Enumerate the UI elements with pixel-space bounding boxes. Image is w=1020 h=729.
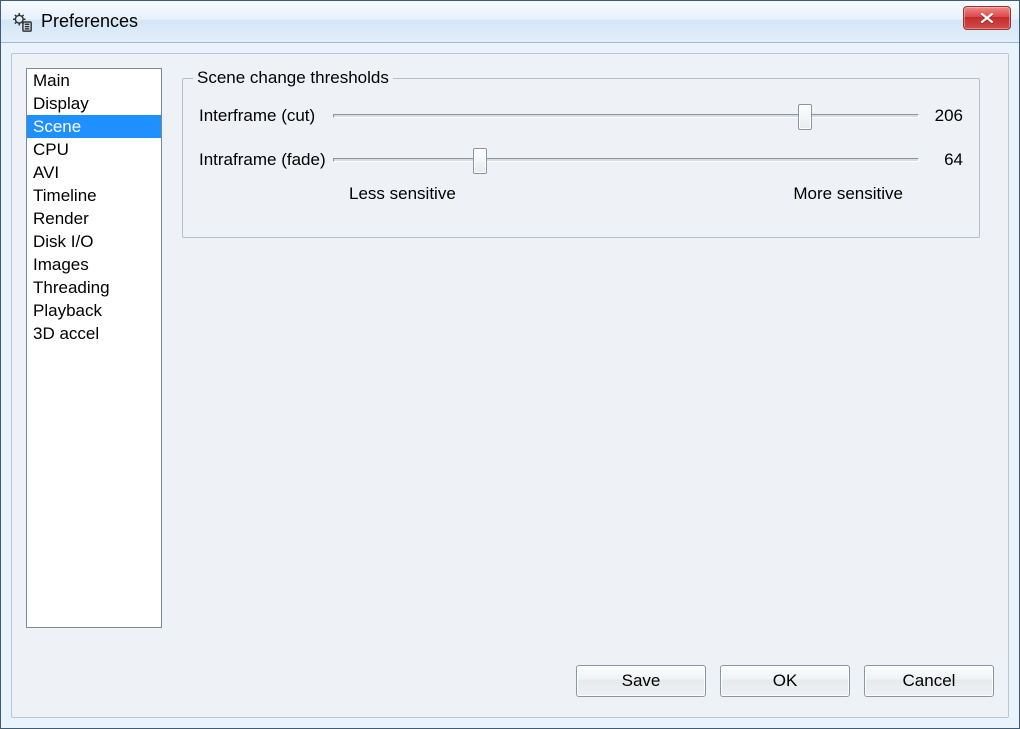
app-icon (11, 11, 33, 33)
sidebar-item-main[interactable]: Main (27, 69, 161, 92)
sidebar-item-display[interactable]: Display (27, 92, 161, 115)
save-button[interactable]: Save (576, 665, 706, 697)
interframe-value: 206 (919, 106, 979, 126)
hint-less-sensitive: Less sensitive (349, 184, 456, 204)
scene-thresholds-group: Scene change thresholds Interframe (cut)… (182, 68, 980, 238)
titlebar: Preferences (1, 1, 1019, 43)
sidebar-item-cpu[interactable]: CPU (27, 138, 161, 161)
sidebar-item-avi[interactable]: AVI (27, 161, 161, 184)
interframe-slider[interactable] (333, 102, 919, 130)
sidebar-item-threading[interactable]: Threading (27, 276, 161, 299)
sidebar-item-images[interactable]: Images (27, 253, 161, 276)
sidebar-item-timeline[interactable]: Timeline (27, 184, 161, 207)
sidebar-item-playback[interactable]: Playback (27, 299, 161, 322)
group-legend: Scene change thresholds (193, 68, 393, 88)
close-button[interactable] (963, 6, 1011, 30)
interframe-label: Interframe (cut) (183, 106, 333, 126)
intraframe-value: 64 (919, 150, 979, 170)
hint-more-sensitive: More sensitive (793, 184, 903, 204)
ok-button[interactable]: OK (720, 665, 850, 697)
sidebar-item-scene[interactable]: Scene (27, 115, 161, 138)
slider-thumb[interactable] (798, 104, 812, 130)
cancel-button[interactable]: Cancel (864, 665, 994, 697)
category-list[interactable]: MainDisplaySceneCPUAVITimelineRenderDisk… (26, 68, 162, 628)
sidebar-item-render[interactable]: Render (27, 207, 161, 230)
slider-thumb[interactable] (473, 148, 487, 174)
sidebar-item-3d-accel[interactable]: 3D accel (27, 322, 161, 345)
intraframe-label: Intraframe (fade) (183, 150, 333, 170)
window-title: Preferences (41, 11, 138, 32)
dialog-buttons: Save OK Cancel (576, 665, 994, 697)
preferences-window: Preferences MainDisplaySceneCPUAVITimeli… (1, 1, 1019, 728)
sidebar-item-disk-i-o[interactable]: Disk I/O (27, 230, 161, 253)
intraframe-slider[interactable] (333, 146, 919, 174)
